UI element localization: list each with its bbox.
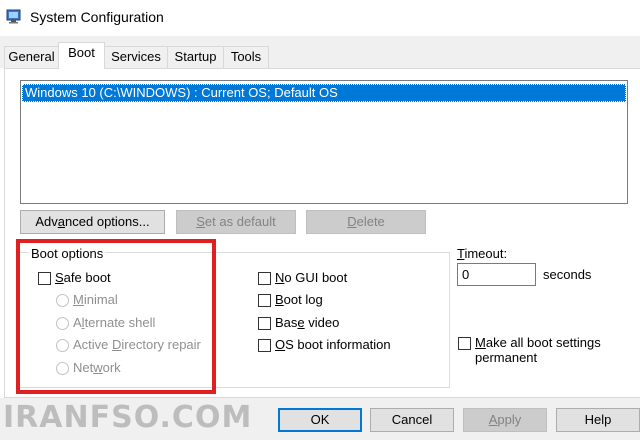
- base-video-text-a: Bas: [275, 315, 298, 330]
- no-gui-boot-checkbox[interactable]: [258, 272, 271, 285]
- timeout-label: Timeout:: [457, 246, 507, 261]
- watermark: IRANFSO.COM: [3, 400, 253, 435]
- timeout-text: imeout:: [464, 246, 508, 261]
- tab-startup[interactable]: Startup: [167, 46, 224, 68]
- os-list-item-selected[interactable]: Windows 10 (C:\WINDOWS) : Current OS; De…: [22, 84, 626, 102]
- window-title: System Configuration: [30, 9, 164, 25]
- base-video-checkbox[interactable]: [258, 317, 271, 330]
- timeout-input[interactable]: 0: [457, 263, 536, 286]
- make-permanent-label-line1[interactable]: Make all boot settings: [475, 335, 601, 350]
- boot-log-text-b: oot log: [283, 292, 323, 307]
- os-info-text: S boot information: [285, 337, 391, 352]
- base-video-accesskey: e: [297, 315, 305, 330]
- msconfig-icon: [6, 9, 21, 24]
- tab-strip: General Boot Services Startup Tools: [0, 36, 640, 69]
- boot-log-label[interactable]: Boot log: [275, 292, 323, 307]
- advanced-options-button[interactable]: Advanced options...: [20, 210, 165, 234]
- boot-log-checkbox[interactable]: [258, 294, 271, 307]
- os-list[interactable]: Windows 10 (C:\WINDOWS) : Current OS; De…: [20, 80, 628, 204]
- base-video-text-b: video: [304, 315, 340, 330]
- advanced-options-accesskey: a: [57, 214, 66, 229]
- tab-boot[interactable]: Boot: [58, 42, 105, 69]
- title-bar[interactable]: System Configuration: [0, 0, 640, 36]
- apply-label: pply: [497, 412, 522, 427]
- base-video-label[interactable]: Base video: [275, 315, 339, 330]
- set-as-default-label: et as default: [204, 214, 276, 229]
- tab-tools[interactable]: Tools: [223, 46, 269, 68]
- set-as-default-button[interactable]: Set as default: [176, 210, 296, 234]
- make-permanent-checkbox[interactable]: [458, 337, 471, 350]
- help-button[interactable]: Help: [556, 408, 640, 432]
- tab-services[interactable]: Services: [104, 46, 168, 68]
- os-boot-information-label[interactable]: OS boot information: [275, 337, 391, 352]
- os-boot-information-checkbox[interactable]: [258, 339, 271, 352]
- delete-accesskey: D: [347, 214, 357, 229]
- advanced-options-label-b: nced options...: [65, 214, 150, 229]
- apply-button[interactable]: Apply: [463, 408, 547, 432]
- delete-button[interactable]: Delete: [306, 210, 426, 234]
- make-permanent-label-line2[interactable]: permanent: [475, 350, 537, 365]
- no-gui-text: o GUI boot: [284, 270, 348, 285]
- make-permanent-accesskey: M: [475, 335, 486, 350]
- set-as-default-accesskey: S: [196, 214, 205, 229]
- os-info-accesskey: O: [275, 337, 286, 352]
- ok-button[interactable]: OK: [278, 408, 362, 432]
- boot-log-accesskey: B: [275, 292, 284, 307]
- no-gui-accesskey: N: [275, 270, 285, 285]
- make-permanent-text: ake all boot settings: [485, 335, 601, 350]
- delete-label: elete: [356, 214, 385, 229]
- advanced-options-label-a: Adv: [35, 214, 58, 229]
- cancel-button[interactable]: Cancel: [370, 408, 454, 432]
- no-gui-boot-label[interactable]: No GUI boot: [275, 270, 347, 285]
- highlight-box: [16, 239, 216, 394]
- timeout-units: seconds: [543, 267, 592, 282]
- tab-general[interactable]: General: [4, 46, 59, 68]
